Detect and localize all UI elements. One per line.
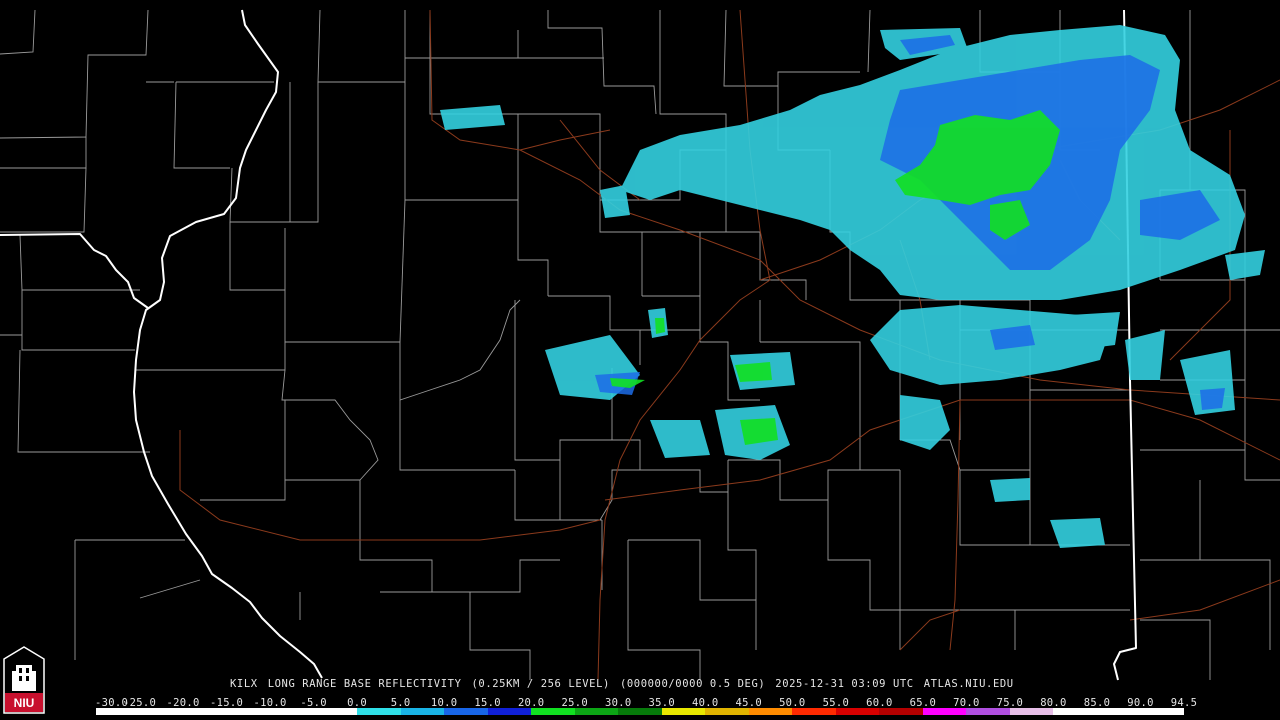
colorbar-segment — [879, 708, 923, 715]
colorbar-segment — [313, 708, 358, 715]
colorbar-segment — [1096, 708, 1141, 715]
colorbar-segment — [1053, 708, 1097, 715]
station-id: KILX — [230, 678, 258, 690]
colorbar-segment — [618, 708, 662, 715]
logo-text: NIU — [14, 696, 35, 710]
colorbar-segment — [922, 708, 967, 715]
colorbar-segment — [661, 708, 706, 715]
volume-info: (000000/0000 0.5 DEG) — [619, 678, 766, 690]
colorbar-segment — [357, 708, 401, 715]
colorbar-segment — [792, 708, 836, 715]
colorbar-segment — [270, 708, 314, 715]
colorbar-segment — [139, 708, 184, 715]
product-caption: KILX LONG RANGE BASE REFLECTIVITY (0.25KM … — [230, 678, 1024, 690]
colorbar-segment — [183, 708, 227, 715]
colorbar-segment — [531, 708, 575, 715]
timestamp: 2025-12-31 03:09 UTC — [775, 678, 914, 690]
colorbar-segment — [96, 708, 140, 715]
reflectivity-colorbar — [96, 708, 1184, 715]
colorbar-segment — [1009, 708, 1054, 715]
colorbar-segment — [966, 708, 1010, 715]
product-name: LONG RANGE BASE REFLECTIVITY — [267, 678, 462, 690]
colorbar-segment — [574, 708, 619, 715]
source-url: ATLAS.NIU.EDU — [923, 678, 1014, 690]
colorbar-segment — [1140, 708, 1184, 715]
colorbar-segment — [487, 708, 532, 715]
colorbar-segment — [226, 708, 271, 715]
colorbar-segment — [400, 708, 445, 715]
niu-tower-logo-icon: NIU — [3, 646, 45, 714]
radar-map: NIU — [0, 9, 1280, 714]
resolution-info: (0.25KM / 256 LEVEL) — [471, 678, 610, 690]
colorbar-segment — [748, 708, 793, 715]
colorbar-segment — [444, 708, 488, 715]
colorbar-segment — [705, 708, 749, 715]
colorbar-segment — [835, 708, 880, 715]
